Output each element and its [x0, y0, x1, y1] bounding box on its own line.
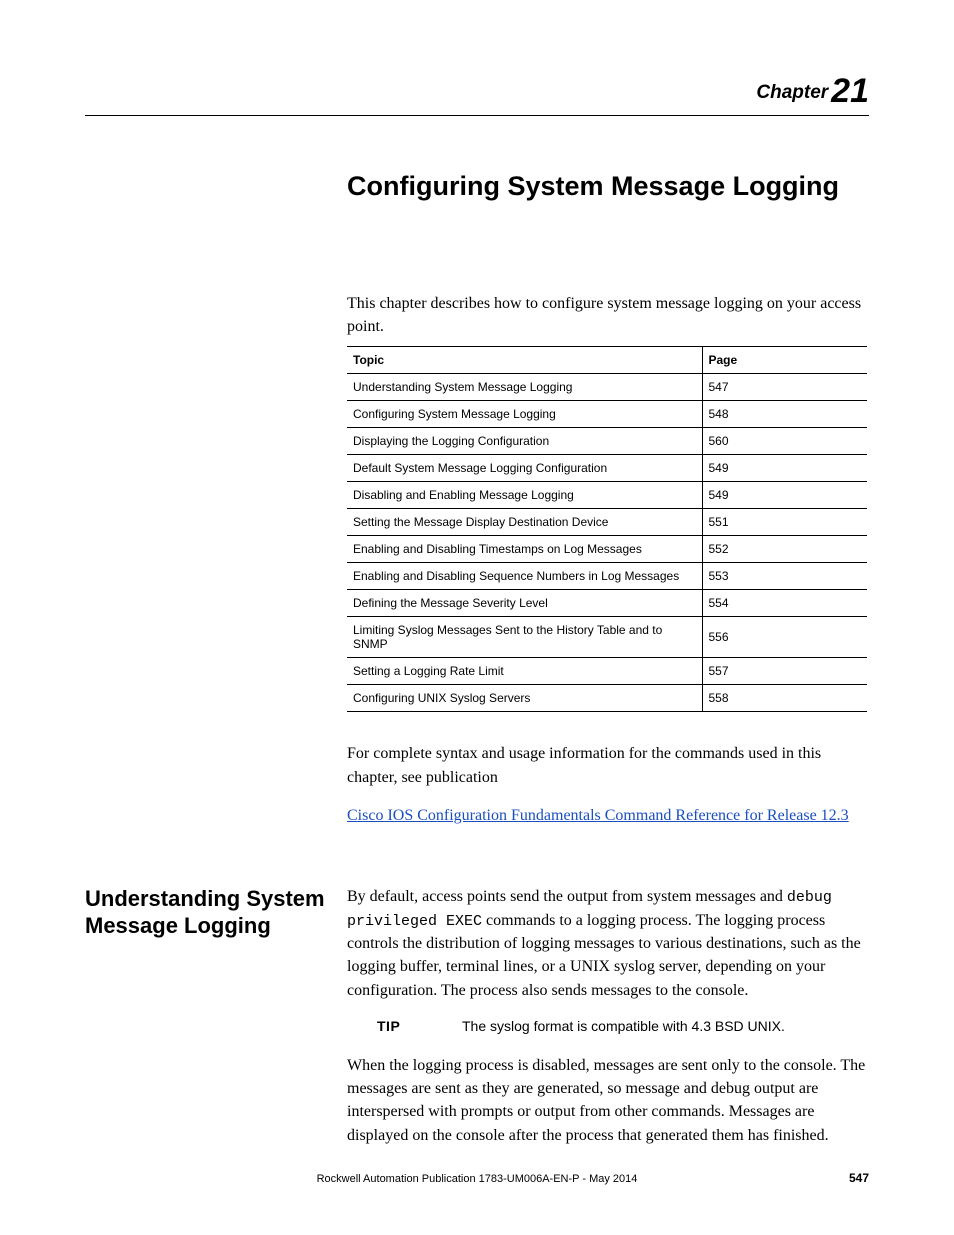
toc-page: 560	[702, 428, 867, 455]
toc-page: 556	[702, 617, 867, 658]
toc-page: 551	[702, 509, 867, 536]
section: Understanding System Message Logging By …	[85, 885, 869, 1161]
divider	[85, 115, 869, 116]
toc-topic[interactable]: Default System Message Logging Configura…	[347, 455, 702, 482]
toc-topic[interactable]: Configuring UNIX Syslog Servers	[347, 685, 702, 712]
section-heading: Understanding System Message Logging	[85, 885, 347, 940]
toc-topic[interactable]: Configuring System Message Logging	[347, 401, 702, 428]
table-row: Configuring UNIX Syslog Servers558	[347, 685, 867, 712]
toc-topic[interactable]: Setting the Message Display Destination …	[347, 509, 702, 536]
section-para1: By default, access points send the outpu…	[347, 885, 869, 1002]
chapter-header: Chapter21	[85, 72, 869, 111]
page-title: Configuring System Message Logging	[347, 171, 869, 202]
section-para2: When the logging process is disabled, me…	[347, 1054, 869, 1147]
toc-topic[interactable]: Disabling and Enabling Message Logging	[347, 482, 702, 509]
toc-page: 558	[702, 685, 867, 712]
toc-page: 547	[702, 374, 867, 401]
p1a: By default, access points send the outpu…	[347, 888, 787, 905]
toc-topic[interactable]: Defining the Message Severity Level	[347, 590, 702, 617]
table-row: Disabling and Enabling Message Logging54…	[347, 482, 867, 509]
tip-label: TIP	[377, 1016, 462, 1036]
toc-topic[interactable]: Enabling and Disabling Sequence Numbers …	[347, 563, 702, 590]
table-row: Setting the Message Display Destination …	[347, 509, 867, 536]
table-row: Defining the Message Severity Level554	[347, 590, 867, 617]
toc-topic[interactable]: Understanding System Message Logging	[347, 374, 702, 401]
toc-page: 549	[702, 482, 867, 509]
toc-header-page: Page	[702, 347, 867, 374]
table-row: Setting a Logging Rate Limit557	[347, 658, 867, 685]
table-row: Displaying the Logging Configuration560	[347, 428, 867, 455]
toc-topic[interactable]: Limiting Syslog Messages Sent to the His…	[347, 617, 702, 658]
toc-page: 557	[702, 658, 867, 685]
footer-text: Rockwell Automation Publication 1783-UM0…	[0, 1173, 954, 1185]
page-number: 547	[849, 1171, 869, 1185]
toc-topic[interactable]: Displaying the Logging Configuration	[347, 428, 702, 455]
table-row: Default System Message Logging Configura…	[347, 455, 867, 482]
toc-topic[interactable]: Setting a Logging Rate Limit	[347, 658, 702, 685]
tip-text: The syslog format is compatible with 4.3…	[462, 1016, 869, 1036]
table-row: Understanding System Message Logging547	[347, 374, 867, 401]
chapter-label: Chapter	[756, 82, 828, 103]
after-table-text: For complete syntax and usage informatio…	[347, 742, 869, 788]
toc-page: 548	[702, 401, 867, 428]
section-body: By default, access points send the outpu…	[347, 885, 869, 1161]
table-row: Configuring System Message Logging548	[347, 401, 867, 428]
table-row: Limiting Syslog Messages Sent to the His…	[347, 617, 867, 658]
reference-link[interactable]: Cisco IOS Configuration Fundamentals Com…	[347, 807, 869, 825]
table-row: Enabling and Disabling Timestamps on Log…	[347, 536, 867, 563]
toc-table: Topic Page Understanding System Message …	[347, 346, 867, 712]
tip-block: TIP The syslog format is compatible with…	[377, 1016, 869, 1036]
chapter-number: 21	[831, 72, 869, 110]
toc-header-topic: Topic	[347, 347, 702, 374]
toc-page: 549	[702, 455, 867, 482]
table-row: Enabling and Disabling Sequence Numbers …	[347, 563, 867, 590]
toc-page: 554	[702, 590, 867, 617]
toc-topic[interactable]: Enabling and Disabling Timestamps on Log…	[347, 536, 702, 563]
toc-page: 552	[702, 536, 867, 563]
toc-page: 553	[702, 563, 867, 590]
intro-paragraph: This chapter describes how to configure …	[347, 292, 869, 338]
